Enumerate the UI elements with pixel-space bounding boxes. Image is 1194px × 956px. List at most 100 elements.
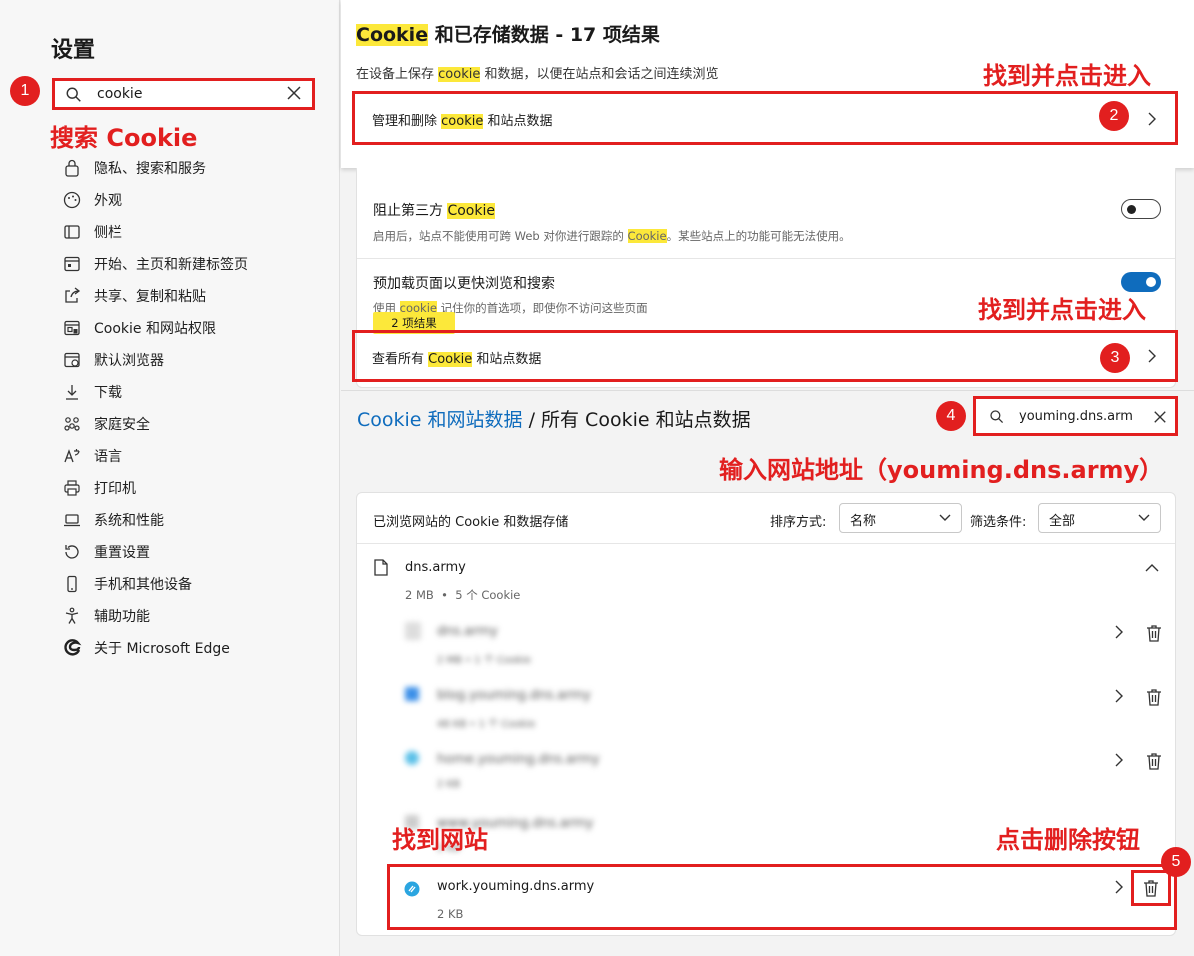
page-description: 在设备上保存 cookie 和数据，以便在站点和会话之间连续浏览	[356, 67, 719, 82]
sidebar-item-label: 外观	[94, 193, 122, 209]
divider	[357, 543, 1175, 544]
site-search-input[interactable]: youming.dns.arm	[973, 396, 1178, 436]
phone-icon	[67, 575, 77, 593]
annotation-click-manage: 找到并点击进入	[983, 62, 1151, 90]
sidebar-item-default-browser[interactable]: 默认浏览器	[60, 344, 330, 376]
site-row-name[interactable]: dns.army	[437, 624, 498, 639]
breadcrumb-current: 所有 Cookie 和站点数据	[541, 409, 751, 431]
manage-cookies-row[interactable]: 管理和删除 cookie 和站点数据	[352, 91, 1178, 145]
settings-nav: 隐私、搜索和服务 外观 侧栏 开始、主页和新建标签页 共享、复制和粘贴 Cook…	[60, 152, 330, 664]
manage-cookies-label: 管理和删除 cookie 和站点数据	[372, 114, 553, 129]
sidebar-item-label: 开始、主页和新建标签页	[94, 257, 248, 273]
annotation-click-delete: 点击删除按钮	[996, 826, 1140, 854]
group-meta: 2 MB • 5 个 Cookie	[405, 588, 521, 602]
chevron-right-icon[interactable]	[1114, 625, 1124, 639]
sidebar-item-languages[interactable]: 语言	[60, 440, 330, 472]
lock-icon	[65, 159, 79, 177]
sidebar-item-start-home[interactable]: 开始、主页和新建标签页	[60, 248, 330, 280]
site-favicon	[405, 687, 419, 701]
step-badge-2: 2	[1099, 101, 1129, 131]
sidebar-item-label: Cookie 和网站权限	[94, 321, 216, 337]
file-icon	[374, 559, 388, 576]
breadcrumb-link[interactable]: Cookie 和网站数据	[357, 409, 523, 431]
settings-search-input[interactable]: cookie	[52, 78, 315, 110]
sidebar-item-share[interactable]: 共享、复制和粘贴	[60, 280, 330, 312]
family-icon	[64, 417, 80, 431]
block-third-party-title: 阻止第三方 Cookie	[373, 203, 495, 219]
close-icon[interactable]	[1153, 410, 1167, 424]
annotation-enter-site: 输入网站地址（youming.dns.army）	[719, 456, 1164, 484]
delete-button-highlight[interactable]	[1131, 870, 1171, 906]
sidebar-item-downloads[interactable]: 下载	[60, 376, 330, 408]
sidebar-item-appearance[interactable]: 外观	[60, 184, 330, 216]
sidebar-item-label: 隐私、搜索和服务	[94, 161, 206, 177]
sidebar-item-phone[interactable]: 手机和其他设备	[60, 568, 330, 600]
chevron-right-icon[interactable]	[1114, 689, 1124, 703]
preload-title: 预加载页面以更快浏览和搜索	[373, 276, 555, 292]
step-badge-4: 4	[936, 401, 966, 431]
sort-select[interactable]: 名称	[839, 503, 962, 533]
view-all-cookies-row[interactable]: 查看所有 Cookie 和站点数据	[352, 330, 1178, 382]
chevron-down-icon	[1138, 514, 1150, 521]
site-row-name[interactable]: home.youming.dns.army	[437, 752, 600, 767]
annotation-click-viewall: 找到并点击进入	[978, 296, 1146, 324]
step-badge-1: 1	[10, 76, 40, 106]
chevron-right-icon[interactable]	[1114, 880, 1124, 894]
trash-icon[interactable]	[1146, 624, 1162, 642]
trash-icon[interactable]	[1146, 752, 1162, 770]
sort-label: 排序方式:	[770, 515, 827, 530]
step-badge-5: 5	[1161, 847, 1191, 877]
language-icon	[64, 449, 80, 463]
share-icon	[65, 287, 81, 303]
list-header: 已浏览网站的 Cookie 和数据存储	[373, 515, 569, 530]
sidebar-item-label: 手机和其他设备	[94, 577, 192, 593]
chevron-up-icon[interactable]	[1145, 563, 1159, 572]
trash-icon[interactable]	[1143, 879, 1159, 897]
search-value: cookie	[97, 86, 143, 102]
sidebar-item-accessibility[interactable]: 辅助功能	[60, 600, 330, 632]
sidebar-item-reset[interactable]: 重置设置	[60, 536, 330, 568]
target-site-row[interactable]: work.youming.dns.army 2 KB	[387, 864, 1177, 930]
block-third-party-toggle[interactable]	[1121, 199, 1161, 219]
target-site-name[interactable]: work.youming.dns.army	[437, 879, 594, 894]
site-permissions-icon	[64, 320, 80, 336]
trash-icon[interactable]	[1146, 688, 1162, 706]
site-row-meta: 48 KB • 1 个 Cookie	[437, 719, 536, 730]
toggle-knob	[1146, 277, 1156, 287]
page-title: Cookie 和已存储数据 - 17 项结果	[356, 24, 660, 46]
filter-select[interactable]: 全部	[1038, 503, 1161, 533]
sidebar-item-printers[interactable]: 打印机	[60, 472, 330, 504]
site-row-name[interactable]: blog.youming.dns.army	[437, 688, 591, 703]
sidebar-item-label: 侧栏	[94, 225, 122, 241]
sidebar-item-label: 下载	[94, 385, 122, 401]
sidebar-item-cookies[interactable]: Cookie 和网站权限	[60, 312, 330, 344]
annotation-find-site: 找到网站	[392, 826, 488, 854]
edge-icon	[64, 639, 82, 656]
sidebar-item-system[interactable]: 系统和性能	[60, 504, 330, 536]
sidebar-item-label: 系统和性能	[94, 513, 164, 529]
site-row-meta: 2 MB • 1 个 Cookie	[437, 655, 531, 666]
chevron-right-icon	[1148, 112, 1156, 126]
sidebar-item-label: 语言	[94, 449, 122, 465]
accessibility-icon	[65, 607, 79, 624]
download-icon	[66, 385, 78, 400]
section-divider	[341, 390, 1194, 391]
view-all-cookies-label: 查看所有 Cookie 和站点数据	[372, 352, 542, 367]
group-domain[interactable]: dns.army	[405, 560, 466, 575]
sidebar-item-privacy[interactable]: 隐私、搜索和服务	[60, 152, 330, 184]
home-icon	[64, 256, 80, 272]
annotation-search-cookie: 搜索 Cookie	[50, 124, 198, 152]
chevron-right-icon[interactable]	[1114, 753, 1124, 767]
preload-toggle[interactable]	[1121, 272, 1161, 292]
filter-label: 筛选条件:	[970, 515, 1027, 530]
sidebar-item-label: 打印机	[94, 481, 136, 497]
chevron-right-icon	[1148, 349, 1156, 363]
site-search-value: youming.dns.arm	[1019, 409, 1133, 424]
sidebar-item-label: 辅助功能	[94, 609, 150, 625]
sidebar-item-about[interactable]: 关于 Microsoft Edge	[60, 632, 330, 664]
close-icon[interactable]	[286, 85, 302, 101]
sidebar-item-family[interactable]: 家庭安全	[60, 408, 330, 440]
sidebar-item-sidebar[interactable]: 侧栏	[60, 216, 330, 248]
toggle-knob	[1127, 205, 1136, 214]
divider	[357, 258, 1175, 259]
